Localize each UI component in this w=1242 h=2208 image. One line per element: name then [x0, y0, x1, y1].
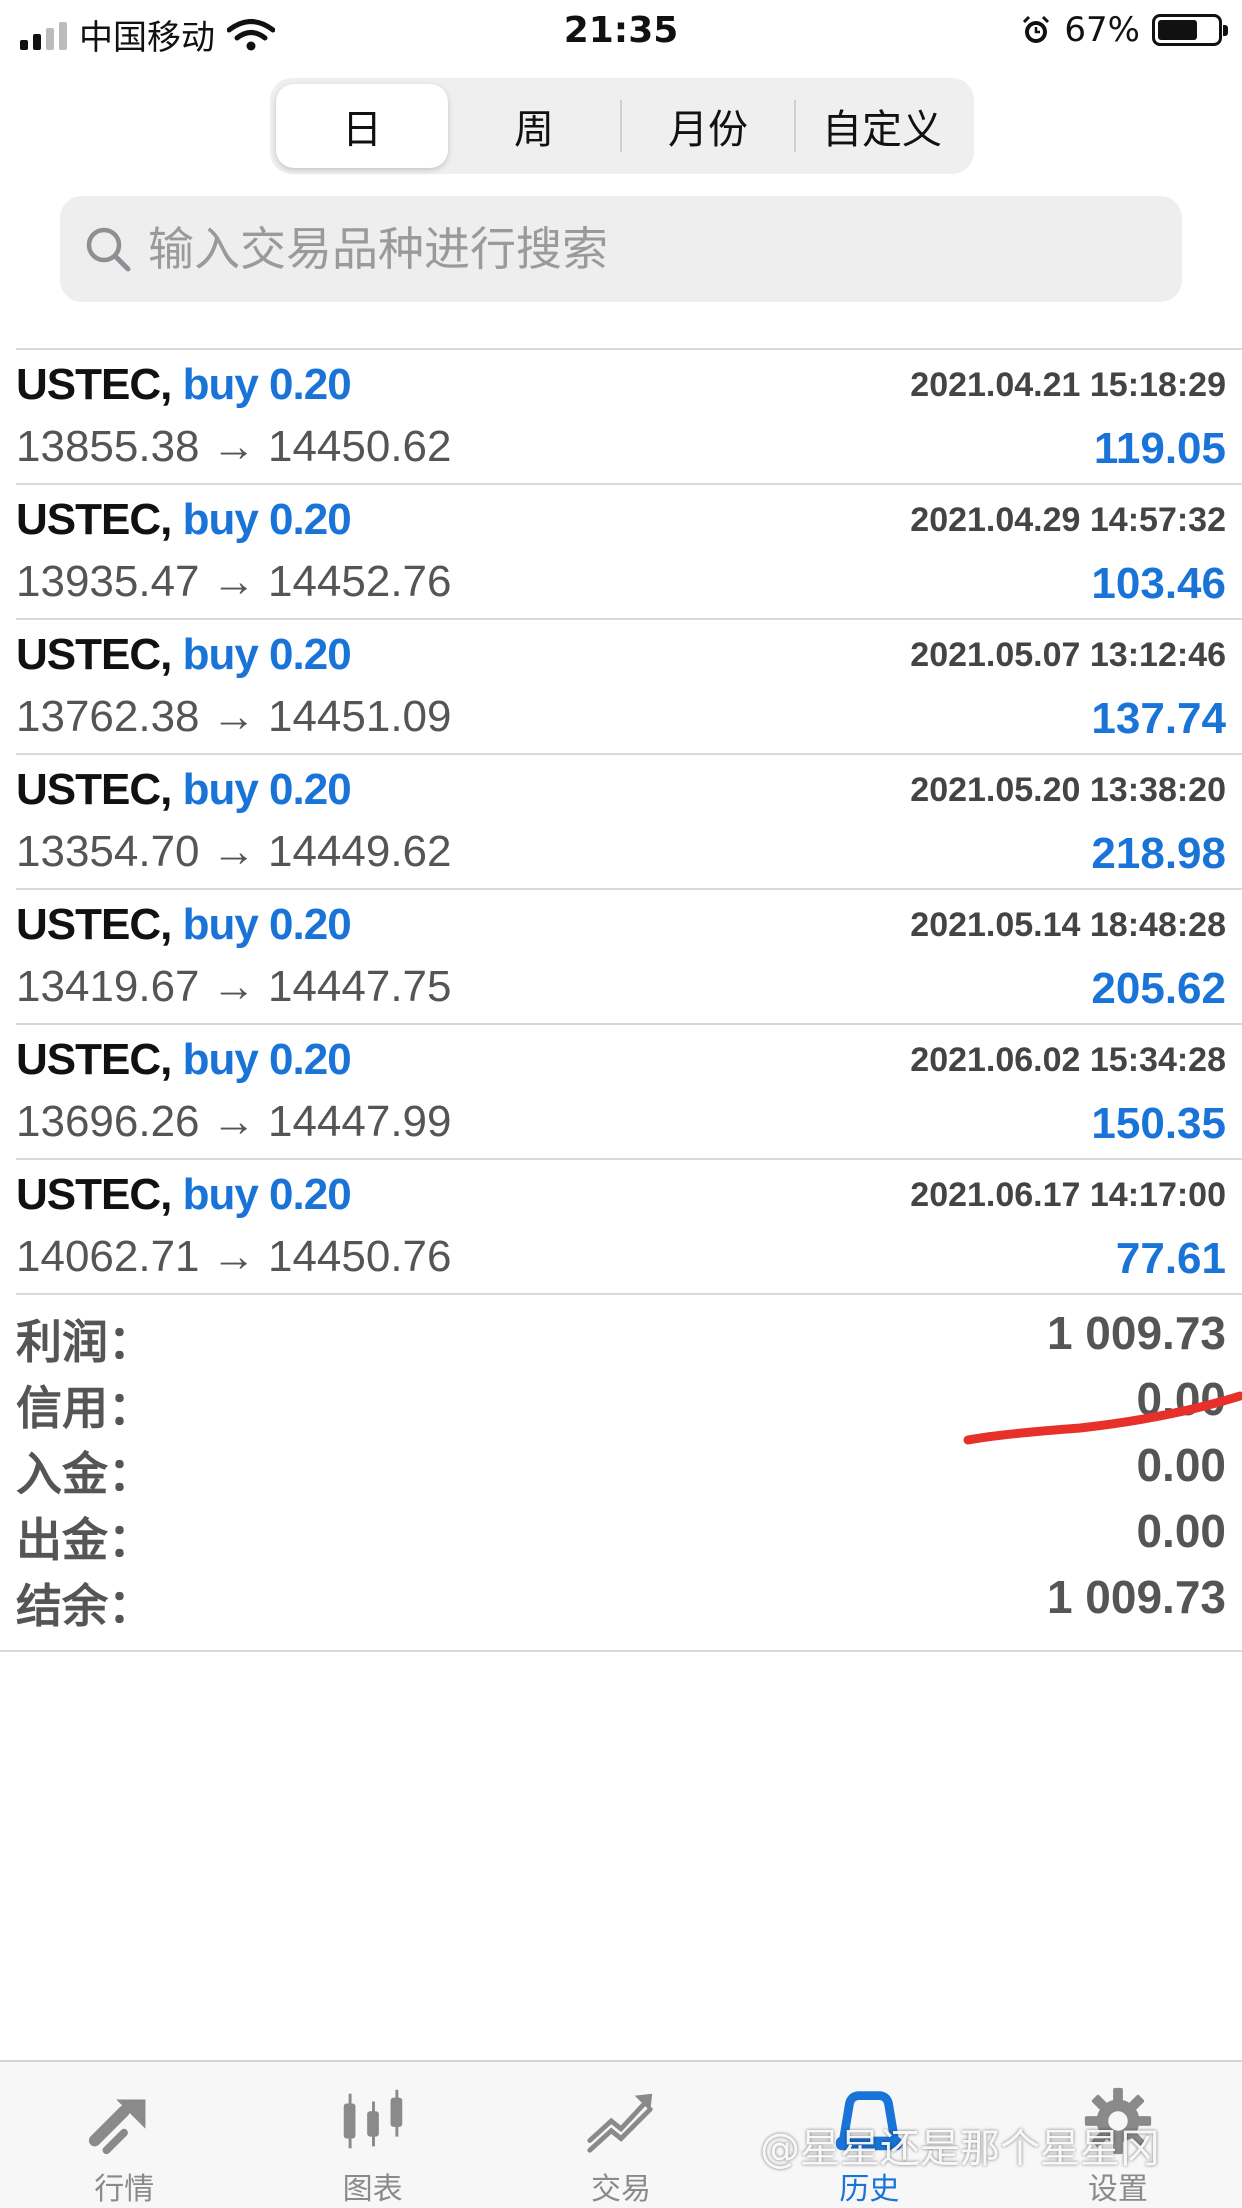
summary-row-balance: 结余： 1 009.73: [0, 1566, 1242, 1633]
deal-symbol: USTEC, buy 0.20: [16, 900, 352, 950]
symbol-name: USTEC,: [16, 900, 172, 949]
status-bar: 中国移动 21:35 67%: [0, 0, 1242, 62]
watermark: @星星还是那个星星冈: [760, 2126, 1160, 2172]
summary-value: 1 009.73: [1046, 1571, 1226, 1623]
summary-value: 1 009.73: [1046, 1307, 1226, 1359]
deal-row[interactable]: USTEC, buy 0.20 2021.04.29 14:57:32 1393…: [16, 483, 1242, 618]
segment-day[interactable]: 日: [276, 84, 448, 168]
deal-prices: 13935.47 → 14452.76: [16, 557, 452, 606]
summary-row-withdrawal: 出金： 0.00: [0, 1500, 1242, 1567]
deal-side-volume: buy 0.20: [182, 765, 352, 814]
deal-time: 2021.05.07 13:12:46: [910, 636, 1226, 674]
deal-time: 2021.05.20 13:38:20: [910, 771, 1226, 809]
tab-chart[interactable]: 图表: [248, 2062, 496, 2208]
deal-side-volume: buy 0.20: [182, 630, 352, 679]
deal-symbol: USTEC, buy 0.20: [16, 1170, 352, 1220]
battery-percent: 67%: [1064, 10, 1140, 50]
symbol-search-bar[interactable]: [60, 196, 1182, 302]
deal-profit: 150.35: [1091, 1099, 1226, 1148]
segment-month[interactable]: 月份: [622, 84, 794, 168]
deal-row[interactable]: USTEC, buy 0.20 2021.06.17 14:17:00 1406…: [16, 1158, 1242, 1293]
deal-row[interactable]: USTEC, buy 0.20 2021.05.20 13:38:20 1335…: [16, 753, 1242, 888]
deals-list: USTEC, buy 0.20 2021.04.21 15:18:29 1385…: [0, 348, 1242, 1295]
deal-prices: 13696.26 → 14447.99: [16, 1097, 452, 1146]
deal-row[interactable]: USTEC, buy 0.20 2021.06.02 15:34:28 1369…: [16, 1023, 1242, 1158]
summary-label: 利润：: [16, 1315, 154, 1369]
deal-side-volume: buy 0.20: [182, 495, 352, 544]
deal-profit: 205.62: [1091, 964, 1226, 1013]
alarm-clock-icon: [1023, 15, 1050, 43]
deal-row[interactable]: USTEC, buy 0.20 2021.05.14 18:48:28 1341…: [16, 888, 1242, 1023]
summary-divider: [0, 1650, 1242, 1652]
summary-row-profit: 利润： 1 009.73: [0, 1302, 1242, 1369]
symbol-name: USTEC,: [16, 1035, 172, 1084]
deal-row[interactable]: USTEC, buy 0.20 2021.04.21 15:18:29 1385…: [16, 348, 1242, 483]
deal-side-volume: buy 0.20: [182, 1170, 352, 1219]
deal-time: 2021.04.29 14:57:32: [910, 501, 1226, 539]
deal-prices: 13855.38 → 14450.62: [16, 422, 452, 471]
segment-custom[interactable]: 自定义: [796, 84, 968, 168]
symbol-name: USTEC,: [16, 1170, 172, 1219]
deal-symbol: USTEC, buy 0.20: [16, 630, 352, 680]
tab-label: 交易: [591, 2172, 652, 2207]
tab-label: 行情: [94, 2172, 155, 2207]
deal-time: 2021.06.02 15:34:28: [910, 1041, 1226, 1079]
deal-profit: 77.61: [1115, 1234, 1226, 1283]
trade-icon: [587, 2093, 653, 2153]
symbol-name: USTEC,: [16, 495, 172, 544]
deal-prices: 13419.67 → 14447.75: [16, 962, 452, 1011]
deal-symbol: USTEC, buy 0.20: [16, 495, 352, 545]
tab-trade[interactable]: 交易: [497, 2062, 745, 2208]
deal-symbol: USTEC, buy 0.20: [16, 765, 352, 815]
summary-label: 信用：: [16, 1381, 154, 1435]
deal-profit: 137.74: [1091, 694, 1226, 743]
segment-week[interactable]: 周: [448, 84, 620, 168]
tab-label: 图表: [342, 2172, 403, 2207]
quotes-icon: [89, 2099, 146, 2155]
tab-quotes[interactable]: 行情: [0, 2062, 248, 2208]
deal-time: 2021.05.14 18:48:28: [910, 906, 1226, 944]
deal-profit: 103.46: [1091, 559, 1226, 608]
chart-icon: [343, 2089, 402, 2149]
deal-profit: 218.98: [1091, 829, 1226, 878]
summary-label: 入金：: [16, 1447, 154, 1501]
deal-time: 2021.06.17 14:17:00: [910, 1176, 1226, 1214]
account-summary: 利润： 1 009.73 信用： 0.00 入金： 0.00 出金： 0.00 …: [0, 1302, 1242, 1633]
deal-side-volume: buy 0.20: [182, 900, 352, 949]
deal-prices: 13762.38 → 14451.09: [16, 692, 452, 741]
symbol-name: USTEC,: [16, 765, 172, 814]
symbol-name: USTEC,: [16, 630, 172, 679]
search-icon: [86, 227, 131, 272]
status-right: 67%: [1020, 10, 1228, 50]
deal-time: 2021.04.21 15:18:29: [910, 366, 1226, 404]
red-annotation-stroke: [963, 1391, 1242, 1445]
search-input[interactable]: [148, 222, 1148, 276]
deal-prices: 14062.71 → 14450.76: [16, 1232, 452, 1281]
deal-symbol: USTEC, buy 0.20: [16, 360, 352, 410]
deal-row[interactable]: USTEC, buy 0.20 2021.05.07 13:12:46 1376…: [16, 618, 1242, 753]
deal-symbol: USTEC, buy 0.20: [16, 1035, 352, 1085]
period-segmented-control: 日 周 月份 自定义: [270, 78, 974, 174]
list-divider: [16, 1293, 1242, 1295]
deal-side-volume: buy 0.20: [182, 360, 352, 409]
summary-label: 出金：: [16, 1513, 154, 1567]
battery-icon: [1152, 14, 1228, 46]
deal-side-volume: buy 0.20: [182, 1035, 352, 1084]
symbol-name: USTEC,: [16, 360, 172, 409]
deal-prices: 13354.70 → 14449.62: [16, 827, 452, 876]
summary-value: 0.00: [1136, 1505, 1226, 1557]
summary-label: 结余：: [16, 1579, 154, 1633]
deal-profit: 119.05: [1093, 424, 1226, 473]
